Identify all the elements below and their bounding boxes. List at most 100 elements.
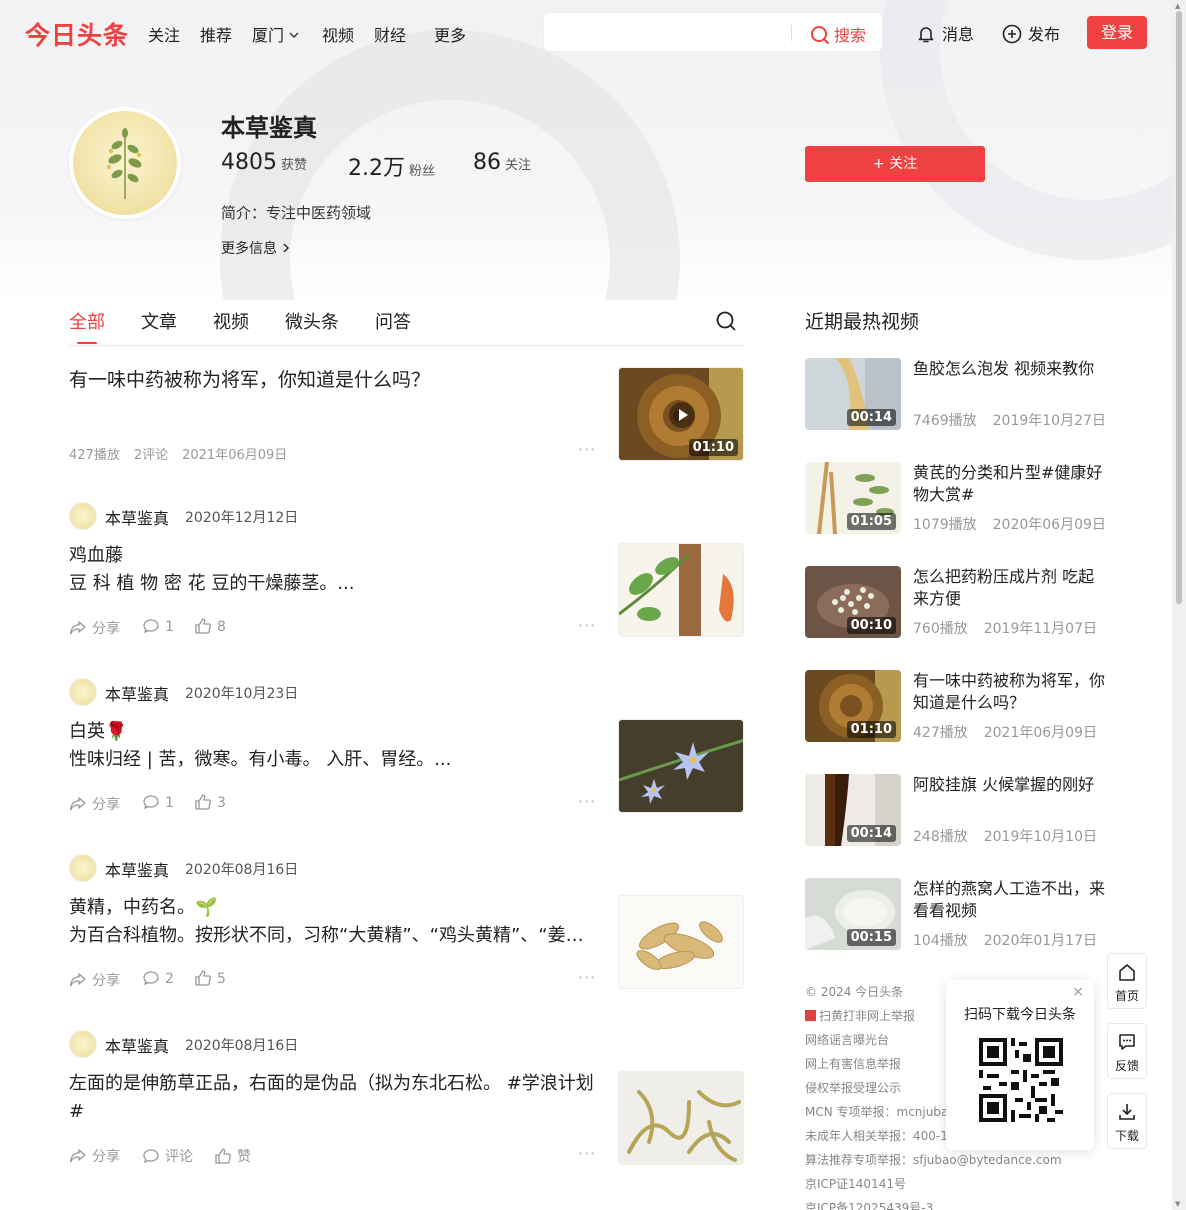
hot-video-item[interactable]: 00:15 怎样的燕窝人工造不出，来看看视频 104播放 2020年01月17日 [805, 878, 1105, 950]
avatar[interactable] [69, 502, 97, 530]
video-title[interactable]: 黄芪的分类和片型#健康好物大赏# [913, 462, 1108, 506]
post-line-2[interactable]: 豆 科 植 物 密 花 豆的干燥藤茎。... [69, 570, 599, 598]
post-image[interactable] [618, 895, 744, 989]
post-image[interactable] [618, 1071, 744, 1165]
float-feedback-button[interactable]: 反馈 [1107, 1023, 1147, 1079]
share-button[interactable]: 分享 [69, 1146, 120, 1166]
video-thumbnail[interactable]: 00:14 [805, 774, 901, 846]
tab-all[interactable]: 全部 [69, 308, 105, 344]
like-button[interactable]: 8 [194, 618, 226, 635]
video-duration: 00:14 [846, 825, 896, 842]
toutiao-logo[interactable]: 今日头条 [25, 16, 129, 52]
like-button[interactable]: 5 [194, 970, 226, 987]
close-icon[interactable]: × [1072, 984, 1084, 1000]
video-thumbnail[interactable]: 01:10 [618, 367, 744, 461]
footer-icp-record[interactable]: 京ICP备12025439号-3 [805, 1196, 1062, 1210]
nav-finance[interactable]: 财经 [374, 22, 406, 46]
more-options-icon[interactable]: ··· [578, 792, 596, 811]
date: 2021年06月09日 [182, 448, 288, 463]
stat-fans[interactable]: 2.2万 粉丝 [348, 150, 435, 182]
search-input[interactable] [552, 21, 782, 43]
content-tabs: 全部 文章 视频 微头条 问答 [69, 308, 745, 346]
like-button[interactable]: 3 [194, 794, 226, 811]
follow-button[interactable]: + 关注 [805, 146, 985, 182]
scrollbar-thumb[interactable] [1175, 10, 1183, 605]
more-info-link[interactable]: 更多信息 [221, 238, 291, 258]
comment-icon [143, 1149, 159, 1164]
bell-icon [918, 27, 934, 43]
tab-qa[interactable]: 问答 [375, 308, 411, 334]
hot-video-item[interactable]: 00:14 阿胶挂旗 火候掌握的刚好 248播放 2019年10月10日 [805, 774, 1105, 846]
avatar[interactable] [69, 854, 97, 882]
hot-video-item[interactable]: 00:14 鱼胶怎么泡发 视频来教你 7469播放 2019年10月27日 [805, 358, 1108, 430]
post-image[interactable] [618, 543, 744, 637]
video-thumbnail[interactable]: 00:14 [805, 358, 901, 430]
comment-button[interactable]: 2 [142, 970, 174, 987]
nav-more[interactable]: 更多 [434, 22, 466, 46]
video-thumbnail[interactable]: 01:05 [805, 462, 901, 534]
video-item-title[interactable]: 有一味中药被称为将军，你知道是什么吗？ [69, 366, 430, 394]
hot-video-item[interactable]: 01:10 有一味中药被称为将军，你知道是什么吗？ 427播放 2021年06月0… [805, 670, 1105, 742]
post-line-1[interactable]: 鸡血藤 [69, 542, 599, 570]
post-line-2[interactable]: # [69, 1098, 599, 1126]
share-button[interactable]: 分享 [69, 618, 120, 638]
float-home-button[interactable]: 首页 [1107, 953, 1147, 1009]
tab-search-button[interactable] [715, 310, 737, 336]
nav-follow[interactable]: 关注 [148, 22, 180, 46]
nav-city[interactable]: 厦门 [252, 22, 300, 46]
login-button[interactable]: 登录 [1087, 16, 1147, 49]
publish-button[interactable]: 发布 [1002, 21, 1060, 45]
more-options-icon[interactable]: ··· [578, 616, 596, 635]
footer-icp-license[interactable]: 京ICP证140141号 [805, 1172, 1062, 1196]
avatar[interactable] [69, 1030, 97, 1058]
float-download-button[interactable]: 下载 [1107, 1093, 1147, 1149]
post-line-2[interactable]: 为百合科植物。按形状不同，习称“大黄精”、“鸡头黄精”、“姜形黄精”... [69, 922, 599, 950]
comment-label: 评论 [165, 1149, 193, 1165]
post-line-2[interactable]: 性味归经 | 苦，微寒。有小毒。 入肝、胃经。... [69, 746, 599, 774]
video-title[interactable]: 有一味中药被称为将军，你知道是什么吗？ [913, 670, 1108, 714]
like-button[interactable]: 赞 [214, 1146, 251, 1166]
messages-button[interactable]: 消息 [916, 21, 974, 45]
comment-button[interactable]: 1 [142, 794, 174, 811]
video-title[interactable]: 怎样的燕窝人工造不出，来看看视频 [913, 878, 1108, 922]
share-button[interactable]: 分享 [69, 794, 120, 814]
video-title[interactable]: 鱼胶怎么泡发 视频来教你 [913, 358, 1108, 380]
herb-logo-icon [107, 128, 142, 199]
comment-icon [143, 619, 159, 634]
profile-avatar[interactable] [69, 107, 181, 219]
avatar[interactable] [69, 678, 97, 706]
play-icon[interactable] [669, 402, 695, 428]
tab-articles[interactable]: 文章 [141, 308, 177, 334]
video-thumbnail[interactable]: 00:15 [805, 878, 901, 950]
scroll-down-arrow[interactable]: ▼ [1175, 1200, 1180, 1208]
share-button[interactable]: 分享 [69, 970, 120, 990]
post-image[interactable] [618, 719, 744, 813]
hot-video-item[interactable]: 00:10 怎么把药粉压成片剂 吃起来方便 760播放 2019年11月07日 [805, 566, 1105, 638]
tab-videos[interactable]: 视频 [213, 308, 249, 334]
comment-button[interactable]: 评论 [142, 1146, 193, 1166]
post-line-1[interactable]: 白英🌹 [69, 718, 599, 746]
video-thumbnail[interactable]: 01:10 [805, 670, 901, 742]
video-thumbnail[interactable]: 00:10 [805, 566, 901, 638]
hot-video-item[interactable]: 01:05 黄芪的分类和片型#健康好物大赏# 1079播放 2020年06月09日 [805, 462, 1108, 534]
footer-algorithm-report[interactable]: 算法推荐专项举报：sfjubao@bytedance.com [805, 1148, 1062, 1172]
page-scrollbar[interactable]: ▲ ▼ [1172, 0, 1186, 1210]
more-options-icon[interactable]: ··· [578, 440, 596, 459]
post-line-1[interactable]: 黄精，中药名。🌱 [69, 894, 599, 922]
comment-count: 2 [165, 971, 174, 987]
more-options-icon[interactable]: ··· [578, 1144, 596, 1163]
fans-count: 2.2万 [348, 156, 405, 181]
video-title[interactable]: 怎么把药粉压成片剂 吃起来方便 [913, 566, 1108, 610]
nav-video[interactable]: 视频 [322, 22, 354, 46]
more-options-icon[interactable]: ··· [578, 968, 596, 987]
comment-count: 1 [165, 795, 174, 811]
video-title[interactable]: 阿胶挂旗 火候掌握的刚好 [913, 774, 1108, 796]
scroll-up-arrow[interactable]: ▲ [1175, 2, 1180, 10]
search-button[interactable]: 搜索 [810, 22, 866, 46]
comment-button[interactable]: 1 [142, 618, 174, 635]
nav-recommend[interactable]: 推荐 [200, 22, 232, 46]
post-line-1[interactable]: 左面的是伸筋草正品，右面的是伪品（拟为东北石松。 #学浪计划 [69, 1070, 599, 1098]
stat-following[interactable]: 86 关注 [473, 150, 531, 175]
tab-micro[interactable]: 微头条 [285, 308, 339, 334]
comment-icon [143, 971, 159, 986]
